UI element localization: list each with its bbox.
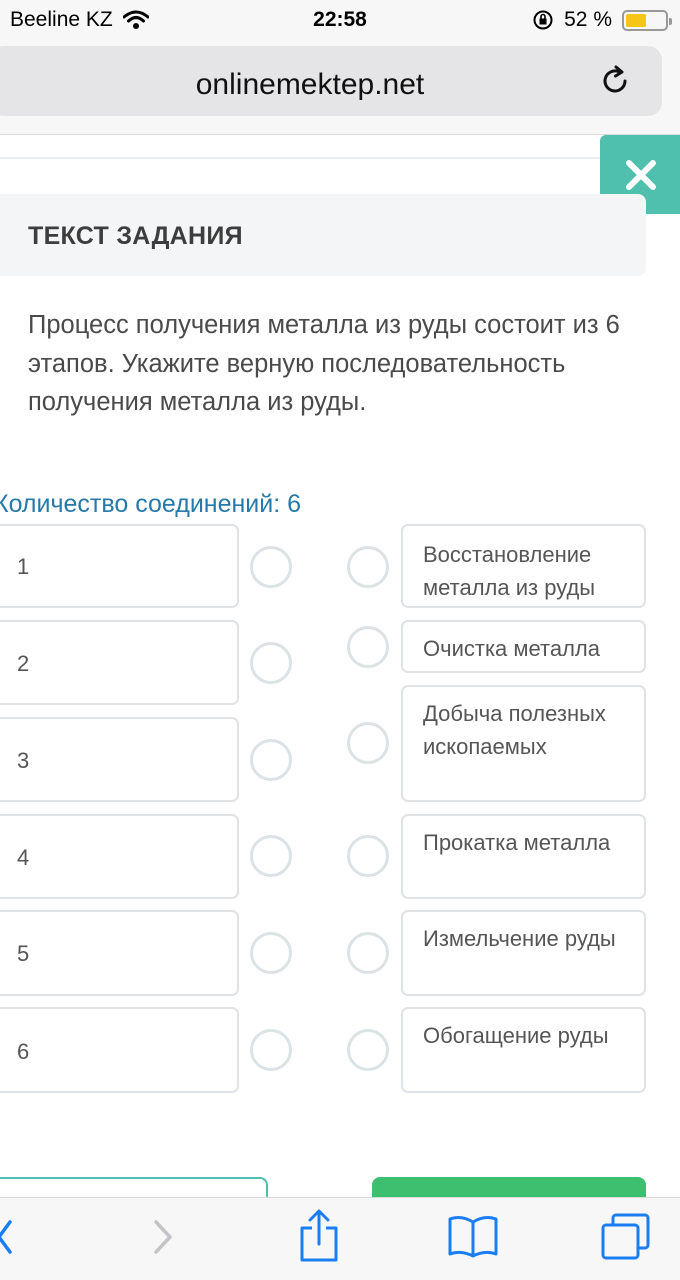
right-item-label: Прокатка металла xyxy=(423,830,611,855)
left-item-1[interactable]: 1 xyxy=(0,524,239,608)
right-item-label: Очистка металла xyxy=(423,636,600,661)
right-item-3[interactable]: Добыча полезных ископаемых xyxy=(401,685,646,802)
task-title: ТЕКСТ ЗАДАНИЯ xyxy=(28,222,243,250)
left-connector-4[interactable] xyxy=(250,835,292,877)
right-connector-3[interactable] xyxy=(347,722,389,764)
right-item-4[interactable]: Прокатка металла xyxy=(401,814,646,899)
left-item-5[interactable]: 5 xyxy=(0,910,239,996)
browser-bar: onlinemektep.net xyxy=(0,40,680,135)
back-chevron-icon[interactable] xyxy=(0,1212,16,1262)
status-bar: Beeline KZ 22:58 52 % xyxy=(0,0,680,40)
status-right: 52 % xyxy=(532,8,672,32)
left-item-3[interactable]: 3 xyxy=(0,717,239,802)
right-item-label: Измельчение руды xyxy=(423,926,616,951)
left-item-label: 1 xyxy=(17,554,30,579)
connections-counter: Количество соединений: 6 xyxy=(0,490,302,518)
forward-chevron-icon[interactable] xyxy=(150,1212,176,1262)
right-item-5[interactable]: Измельчение руды xyxy=(401,910,646,996)
task-text: Процесс получения металла из руды состои… xyxy=(28,311,620,416)
right-item-label: Обогащение руды xyxy=(423,1023,609,1048)
divider-line xyxy=(0,157,640,159)
left-item-2[interactable]: 2 xyxy=(0,620,239,705)
left-connector-2[interactable] xyxy=(250,642,292,684)
browser-toolbar xyxy=(0,1197,680,1280)
right-item-1[interactable]: Восстановление металла из руды xyxy=(401,524,646,608)
left-connector-5[interactable] xyxy=(250,932,292,974)
left-item-4[interactable]: 4 xyxy=(0,814,239,899)
battery-icon xyxy=(622,9,672,31)
left-item-label: 4 xyxy=(17,845,30,870)
left-connector-6[interactable] xyxy=(250,1029,292,1071)
right-connector-1[interactable] xyxy=(347,546,389,588)
right-connector-6[interactable] xyxy=(347,1029,389,1071)
right-connector-5[interactable] xyxy=(347,932,389,974)
task-header: ТЕКСТ ЗАДАНИЯ xyxy=(0,194,646,276)
right-connector-2[interactable] xyxy=(347,626,389,668)
left-item-label: 2 xyxy=(17,651,30,676)
right-item-6[interactable]: Обогащение руды xyxy=(401,1007,646,1093)
battery-percent: 52 % xyxy=(564,8,612,31)
left-item-label: 5 xyxy=(17,941,30,966)
battery-fill xyxy=(626,13,646,27)
share-icon[interactable] xyxy=(298,1208,340,1264)
reload-icon[interactable] xyxy=(598,64,632,98)
address-bar[interactable]: onlinemektep.net xyxy=(0,46,662,116)
left-connector-1[interactable] xyxy=(250,546,292,588)
left-item-6[interactable]: 6 xyxy=(0,1007,239,1093)
right-item-label: Восстановление металла из руды xyxy=(423,542,596,600)
left-connector-3[interactable] xyxy=(250,739,292,781)
right-item-2[interactable]: Очистка металла xyxy=(401,620,646,673)
bookmarks-icon[interactable] xyxy=(447,1214,499,1258)
right-item-label: Добыча полезных ископаемых xyxy=(423,701,606,759)
tabs-icon[interactable] xyxy=(600,1212,652,1262)
left-item-label: 6 xyxy=(17,1039,30,1064)
left-item-label: 3 xyxy=(17,748,30,773)
orientation-lock-icon xyxy=(533,10,553,30)
url-text[interactable]: onlinemektep.net xyxy=(0,68,630,102)
close-icon xyxy=(626,159,656,190)
right-connector-4[interactable] xyxy=(347,835,389,877)
